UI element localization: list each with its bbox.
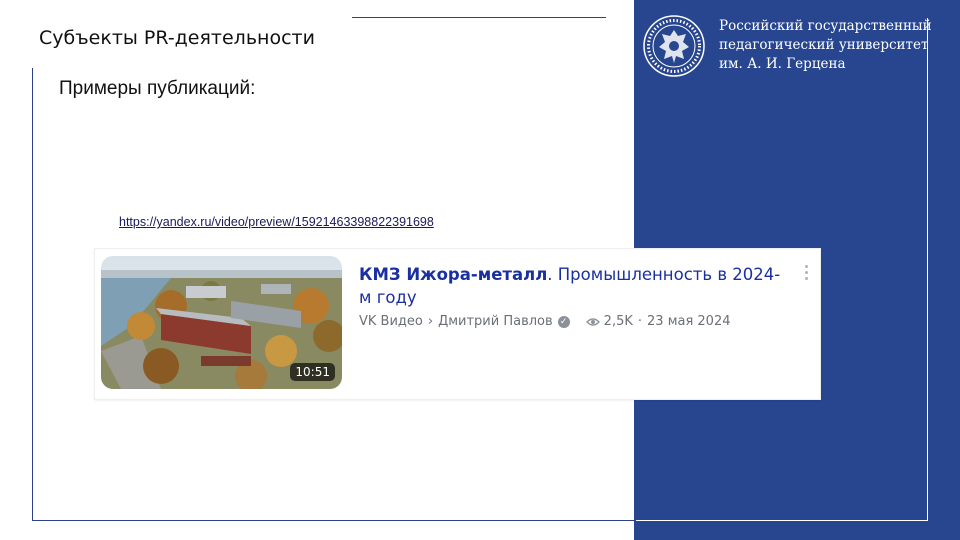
slide-subtitle: Примеры публикаций: [59,78,256,99]
video-card[interactable]: 10:51 КМЗ Ижора-металл. Промышленность в… [95,249,820,399]
university-seal-icon [643,15,705,77]
video-date: 23 мая 2024 [647,314,731,329]
video-link[interactable]: https://yandex.ru/video/preview/15921463… [119,215,434,229]
video-duration: 10:51 [290,363,335,381]
views-eye-icon [585,317,600,326]
video-thumbnail[interactable]: 10:51 [101,256,342,389]
video-title[interactable]: КМЗ Ижора-металл. Промышленность в 2024-… [359,263,789,309]
title-divider [352,17,606,18]
video-meta: VK Видео › Дмитрий Павлов ✓ 2,5K · 23 ма… [359,314,731,329]
university-name: Российский государственный педагогически… [719,17,932,74]
video-title-bold: КМЗ Ижора-металл [359,265,548,284]
video-platform[interactable]: VK Видео [359,314,423,329]
slide-title: Субъекты PR-деятельности [39,27,315,49]
verified-check-icon: ✓ [557,315,570,328]
meta-dot: · [637,314,643,329]
video-views: 2,5K [603,314,633,329]
video-author[interactable]: Дмитрий Павлов [438,314,553,329]
university-name-line-1: Российский государственный [719,18,932,34]
university-name-line-3: им. А. И. Герцена [719,56,846,72]
more-options-icon[interactable] [803,265,809,285]
meta-separator: › [427,314,434,329]
university-name-line-2: педагогический университет [719,37,929,53]
